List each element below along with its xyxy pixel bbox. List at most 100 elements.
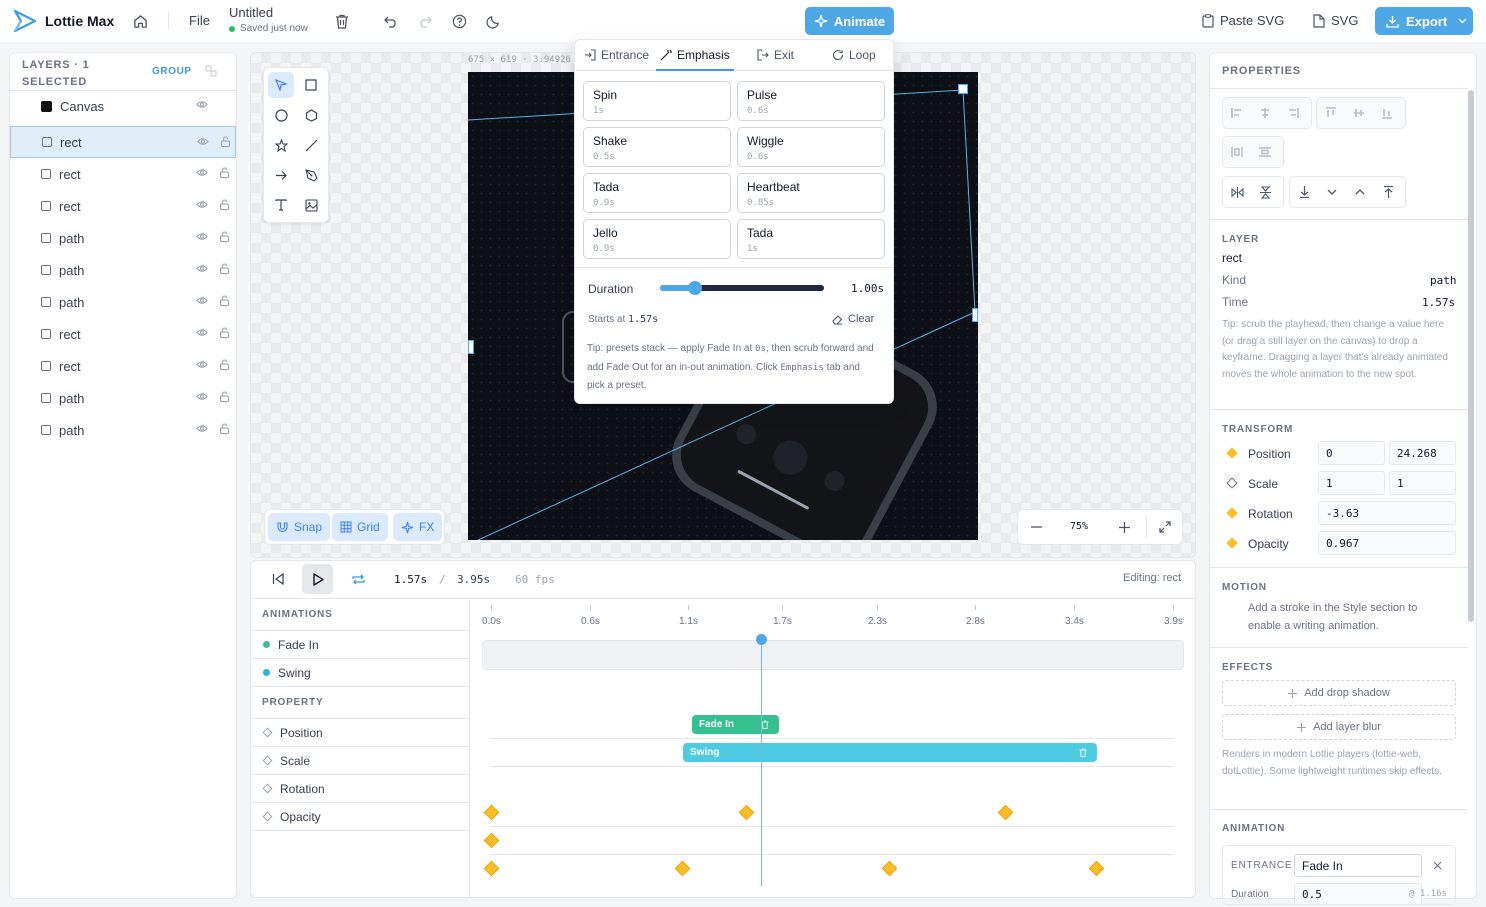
rectangle-tool-icon[interactable] — [298, 72, 324, 98]
layer-row[interactable]: rect — [10, 190, 236, 222]
scale-x-input[interactable]: 1 — [1318, 471, 1385, 495]
properties-scrollbar[interactable] — [1468, 90, 1474, 622]
distribute-v-icon[interactable] — [1251, 137, 1279, 167]
lock-icon[interactable] — [219, 167, 230, 178]
layer-row[interactable]: rect — [10, 318, 236, 350]
entrance-select[interactable]: Fade In — [1294, 854, 1422, 877]
layer-row[interactable]: rect — [10, 350, 236, 382]
zoom-out-icon[interactable] — [1028, 518, 1044, 536]
skip-to-start-icon[interactable] — [270, 570, 286, 588]
flip-vertical-icon[interactable] — [1251, 177, 1279, 207]
tab-emphasis[interactable]: Emphasis — [660, 40, 730, 70]
add-drop-shadow-button[interactable]: Add drop shadow — [1222, 680, 1456, 706]
trash-icon[interactable] — [333, 11, 351, 31]
layer-checkbox[interactable] — [41, 201, 51, 211]
add-layer-blur-button[interactable]: Add layer blur — [1222, 714, 1456, 740]
preset-card[interactable]: Tada 1s — [737, 219, 885, 259]
home-icon[interactable] — [130, 11, 150, 31]
distribute-h-icon[interactable] — [1223, 137, 1251, 167]
layer-checkbox[interactable] — [41, 361, 51, 371]
layer-row[interactable]: path — [10, 414, 236, 446]
close-icon[interactable] — [1431, 859, 1443, 871]
layer-checkbox[interactable] — [41, 425, 51, 435]
undo-icon[interactable] — [382, 11, 400, 31]
lock-icon[interactable] — [219, 359, 230, 370]
layer-row-canvas[interactable]: Canvas — [10, 90, 236, 122]
eye-icon[interactable] — [196, 424, 208, 433]
preset-card[interactable]: Shake 0.5s — [583, 127, 731, 167]
align-top-icon[interactable] — [1317, 98, 1345, 128]
lock-icon[interactable] — [220, 136, 231, 147]
align-right-icon[interactable] — [1279, 98, 1307, 128]
preset-card[interactable]: Spin 1s — [583, 81, 731, 121]
eye-icon[interactable] — [196, 264, 208, 273]
svg-button[interactable]: SVG — [1313, 13, 1358, 28]
eye-icon[interactable] — [196, 168, 208, 177]
preset-card[interactable]: Heartbeat 0.85s — [737, 173, 885, 213]
ungroup-icon[interactable] — [204, 64, 218, 78]
preset-card[interactable]: Tada 0.9s — [583, 173, 731, 213]
trash-icon[interactable] — [1079, 748, 1087, 757]
clear-button[interactable]: Clear — [832, 313, 874, 325]
line-tool-icon[interactable] — [298, 132, 324, 158]
property-row-position[interactable]: Position — [250, 719, 469, 747]
layer-row[interactable]: path — [10, 382, 236, 414]
eye-icon[interactable] — [196, 360, 208, 369]
preset-card[interactable]: Pulse 0.6s — [737, 81, 885, 121]
duration-input[interactable]: 0.5 — [1294, 883, 1422, 904]
arrow-tool-icon[interactable] — [268, 162, 294, 188]
file-menu[interactable]: File — [189, 13, 210, 28]
fx-toggle[interactable]: FX — [393, 513, 443, 541]
lock-icon[interactable] — [219, 295, 230, 306]
lock-icon[interactable] — [219, 327, 230, 338]
align-bottom-icon[interactable] — [1373, 98, 1401, 128]
send-to-back-icon[interactable] — [1290, 177, 1318, 207]
snap-toggle[interactable]: Snap — [268, 513, 331, 541]
duration-slider[interactable] — [660, 281, 824, 295]
send-backward-icon[interactable] — [1318, 177, 1346, 207]
bring-forward-icon[interactable] — [1346, 177, 1374, 207]
clip-fade-in[interactable]: Fade In — [692, 715, 779, 734]
ellipse-tool-icon[interactable] — [268, 102, 294, 128]
layer-row[interactable]: rect — [10, 158, 236, 190]
eye-icon[interactable] — [196, 392, 208, 401]
lock-icon[interactable] — [219, 423, 230, 434]
lock-icon[interactable] — [219, 231, 230, 242]
align-middle-v-icon[interactable] — [1345, 98, 1373, 128]
resize-handle[interactable] — [468, 340, 474, 354]
loop-toggle-icon[interactable] — [349, 570, 367, 588]
layer-row[interactable]: path — [10, 286, 236, 318]
layer-checkbox[interactable] — [42, 137, 52, 147]
property-row-scale[interactable]: Scale — [250, 747, 469, 775]
star-tool-icon[interactable] — [268, 132, 294, 158]
lock-icon[interactable] — [219, 391, 230, 402]
lock-icon[interactable] — [219, 263, 230, 274]
layer-checkbox[interactable] — [41, 297, 51, 307]
eye-icon[interactable] — [196, 100, 208, 109]
layer-checkbox[interactable] — [41, 233, 51, 243]
animate-button[interactable]: Animate — [805, 7, 894, 35]
eye-icon[interactable] — [196, 200, 208, 209]
layer-row[interactable]: path — [10, 254, 236, 286]
slider-thumb[interactable] — [687, 281, 702, 295]
lock-icon[interactable] — [219, 199, 230, 210]
paste-svg-button[interactable]: Paste SVG — [1202, 13, 1284, 28]
select-tool-icon[interactable] — [268, 72, 294, 98]
scrub-track[interactable] — [482, 640, 1184, 670]
rotation-input[interactable]: -3.63 — [1318, 501, 1456, 525]
play-button[interactable] — [302, 564, 333, 594]
text-tool-icon[interactable] — [268, 192, 294, 218]
bring-to-front-icon[interactable] — [1374, 177, 1402, 207]
align-left-icon[interactable] — [1223, 98, 1251, 128]
eye-icon[interactable] — [197, 137, 209, 146]
animation-row-fade-in[interactable]: Fade In — [250, 631, 469, 659]
image-tool-icon[interactable] — [298, 192, 324, 218]
grid-toggle[interactable]: Grid — [332, 513, 388, 541]
preset-card[interactable]: Wiggle 0.6s — [737, 127, 885, 167]
export-button[interactable]: Export — [1375, 7, 1473, 35]
pen-tool-icon[interactable] — [298, 162, 324, 188]
layer-checkbox[interactable] — [41, 393, 51, 403]
theme-moon-icon[interactable] — [484, 11, 502, 31]
preset-card[interactable]: Jello 0.9s — [583, 219, 731, 259]
scale-y-input[interactable]: 1 — [1389, 471, 1456, 495]
